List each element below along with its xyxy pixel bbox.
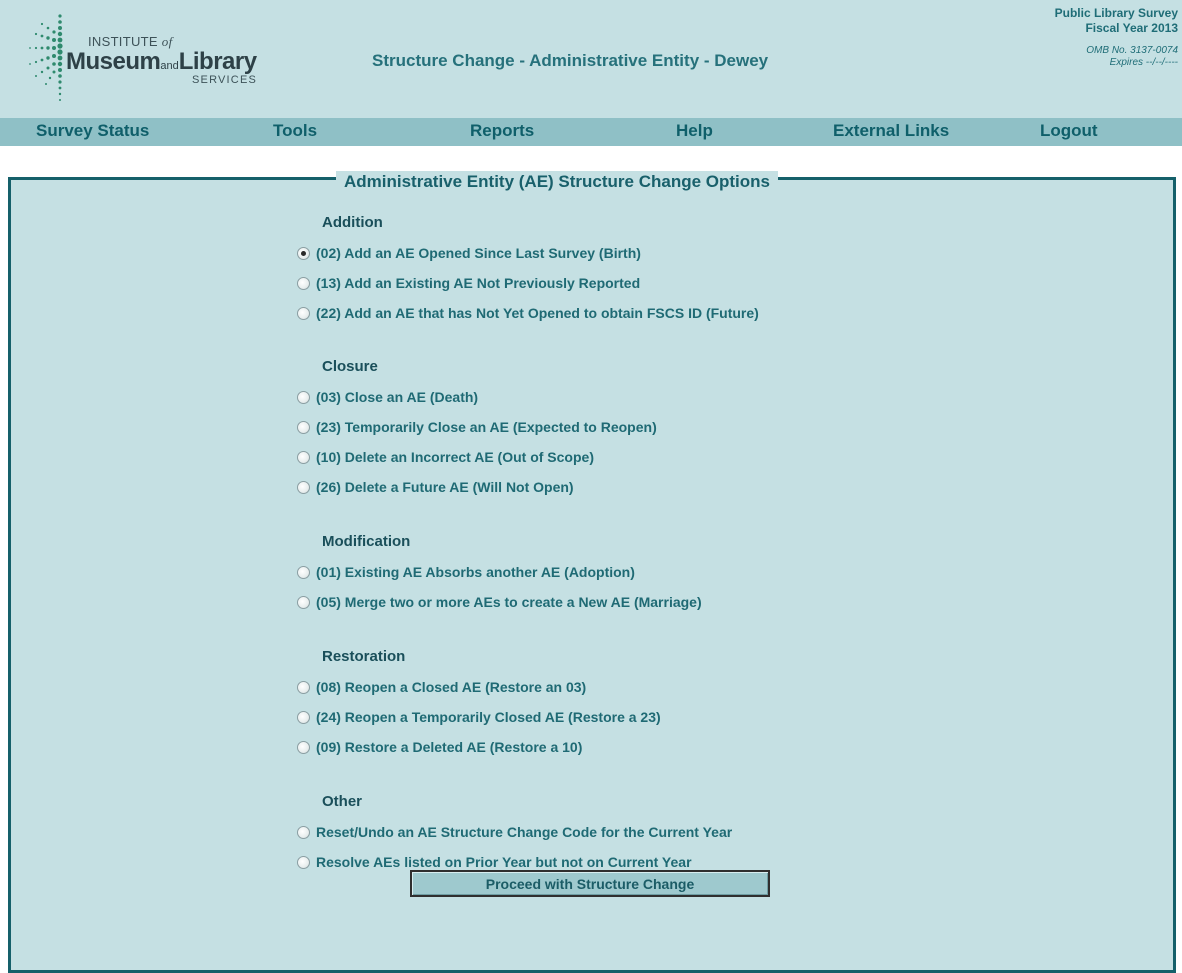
nav-logout[interactable]: Logout — [1040, 121, 1098, 141]
option-09-restore-deleted[interactable]: (09) Restore a Deleted AE (Restore a 10) — [297, 737, 582, 757]
option-02-birth[interactable]: (02) Add an AE Opened Since Last Survey … — [297, 243, 641, 263]
radio-button[interactable] — [297, 420, 310, 434]
logo-name-text: MuseumandLibrary — [66, 48, 257, 75]
option-08-reopen-closed[interactable]: (08) Reopen a Closed AE (Restore an 03) — [297, 677, 586, 697]
nav-tools[interactable]: Tools — [273, 121, 317, 141]
radio-button[interactable] — [297, 565, 310, 579]
option-05-marriage[interactable]: (05) Merge two or more AEs to create a N… — [297, 592, 702, 612]
nav-reports[interactable]: Reports — [470, 121, 534, 141]
survey-name: Public Library Survey — [1054, 6, 1178, 20]
radio-button[interactable] — [297, 595, 310, 609]
option-22-future[interactable]: (22) Add an AE that has Not Yet Opened t… — [297, 303, 759, 323]
section-heading-addition: Addition — [322, 214, 383, 231]
section-heading-other: Other — [322, 793, 363, 810]
page-title: Structure Change - Administrative Entity… — [372, 51, 769, 70]
radio-button[interactable] — [297, 276, 310, 290]
option-13-existing[interactable]: (13) Add an Existing AE Not Previously R… — [297, 273, 640, 293]
radio-button[interactable] — [297, 480, 310, 494]
option-24-reopen-temp[interactable]: (24) Reopen a Temporarily Closed AE (Res… — [297, 707, 661, 727]
imls-logo[interactable]: INSTITUTE of MuseumandLibrary SERVICES — [20, 10, 320, 110]
radio-button[interactable] — [297, 450, 310, 464]
radio-button[interactable] — [297, 855, 310, 869]
nav-help[interactable]: Help — [676, 121, 713, 141]
option-03-death[interactable]: (03) Close an AE (Death) — [297, 387, 478, 407]
section-heading-modification: Modification — [322, 533, 411, 550]
option-01-adoption[interactable]: (01) Existing AE Absorbs another AE (Ado… — [297, 562, 635, 582]
radio-button[interactable] — [297, 246, 310, 260]
omb-number: OMB No. 3137-0074 — [1086, 45, 1178, 56]
panel-title: Administrative Entity (AE) Structure Cha… — [336, 171, 778, 193]
starburst-icon — [29, 14, 63, 101]
survey-info: Public Library Survey Fiscal Year 2013 O… — [1055, 6, 1178, 69]
logo-services-text: SERVICES — [192, 74, 258, 86]
option-resolve-prior-year[interactable]: Resolve AEs listed on Prior Year but not… — [297, 852, 692, 872]
proceed-button[interactable]: Proceed with Structure Change — [410, 870, 770, 897]
nav-external-links[interactable]: External Links — [833, 121, 949, 141]
fiscal-year: Fiscal Year 2013 — [1085, 21, 1178, 35]
radio-button[interactable] — [297, 740, 310, 754]
radio-button[interactable] — [297, 825, 310, 839]
option-10-out-of-scope[interactable]: (10) Delete an Incorrect AE (Out of Scop… — [297, 447, 594, 467]
nav-survey-status[interactable]: Survey Status — [36, 121, 149, 141]
expiration-date: Expires --/--/---- — [1109, 57, 1178, 68]
section-heading-closure: Closure — [322, 358, 378, 375]
section-heading-restoration: Restoration — [322, 648, 406, 665]
radio-button[interactable] — [297, 680, 310, 694]
option-23-temp-close[interactable]: (23) Temporarily Close an AE (Expected t… — [297, 417, 657, 437]
radio-button[interactable] — [297, 306, 310, 320]
option-26-will-not-open[interactable]: (26) Delete a Future AE (Will Not Open) — [297, 477, 574, 497]
option-reset-undo[interactable]: Reset/Undo an AE Structure Change Code f… — [297, 822, 732, 842]
main-nav: Survey Status Tools Reports Help Externa… — [0, 118, 1182, 146]
header: INSTITUTE of MuseumandLibrary SERVICES S… — [0, 0, 1182, 118]
radio-button[interactable] — [297, 710, 310, 724]
radio-button[interactable] — [297, 390, 310, 404]
